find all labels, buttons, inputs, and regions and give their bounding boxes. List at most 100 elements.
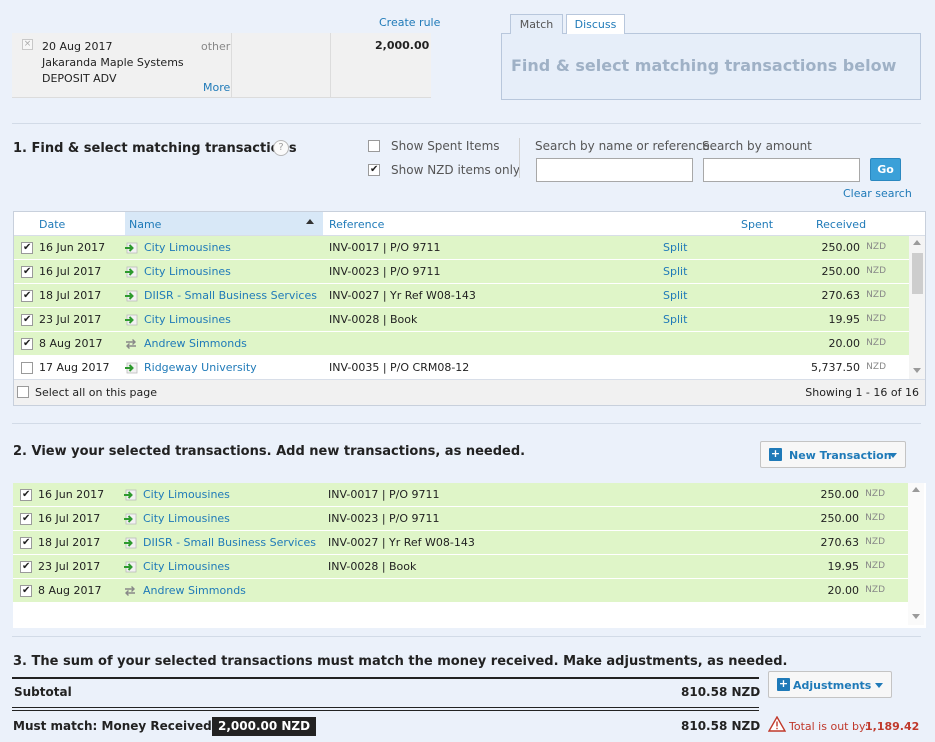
row-name-link[interactable]: Andrew Simmonds <box>144 337 247 350</box>
header-received[interactable]: Received <box>816 218 866 231</box>
table-footer: Select all on this page Showing 1 - 16 o… <box>14 379 925 405</box>
plus-icon: + <box>777 677 790 691</box>
row-reference: INV-0035 | P/O CRM08-12 <box>329 361 470 374</box>
row-reference: INV-0027 | Yr Ref W08-143 <box>329 289 476 302</box>
select-all-checkbox[interactable] <box>17 386 29 398</box>
row-checkbox[interactable] <box>21 242 33 254</box>
row-name-link[interactable]: City Limousines <box>143 560 230 573</box>
selected-transactions-table: 16 Jun 2017 City Limousines INV-0017 | P/O… <box>13 483 926 628</box>
row-name-link[interactable]: City Limousines <box>143 488 230 501</box>
scroll-down-icon[interactable] <box>913 368 921 373</box>
header-date[interactable]: Date <box>39 218 65 231</box>
tab-match[interactable]: Match <box>510 14 563 34</box>
table-row[interactable]: 18 Jul 2017 DIISR - Small Business Servic… <box>13 531 909 555</box>
split-link[interactable]: Split <box>663 265 687 278</box>
must-match-value: 810.58 NZD <box>681 719 761 733</box>
row-name-link[interactable]: DIISR - Small Business Services <box>144 289 317 302</box>
split-link[interactable]: Split <box>663 241 687 254</box>
row-checkbox[interactable] <box>21 290 33 302</box>
row-currency: NZD <box>866 290 886 300</box>
scroll-thumb[interactable] <box>912 253 923 294</box>
row-amount: 250.00 <box>821 265 861 278</box>
split-link[interactable]: Split <box>663 289 687 302</box>
arrow-right-icon <box>124 314 138 326</box>
row-checkbox[interactable] <box>21 266 33 278</box>
statement-payee: Jakaranda Maple Systems <box>42 56 184 69</box>
help-icon[interactable]: ? <box>273 140 289 156</box>
statement-amount: 2,000.00 <box>375 39 430 52</box>
row-date: 8 Aug 2017 <box>39 337 103 350</box>
row-name-link[interactable]: DIISR - Small Business Services <box>143 536 316 549</box>
show-spent-checkbox[interactable] <box>368 140 380 152</box>
tab-discuss[interactable]: Discuss <box>566 14 625 34</box>
arrow-right-icon <box>123 561 137 573</box>
transfer-icon <box>124 338 138 350</box>
scrollbar[interactable] <box>908 483 924 625</box>
clear-search-link[interactable]: Clear search <box>843 187 912 200</box>
row-checkbox[interactable] <box>21 338 33 350</box>
table-row[interactable]: 8 Aug 2017 Andrew Simmonds 20.00 NZD <box>14 332 910 356</box>
scroll-down-icon[interactable] <box>912 614 920 619</box>
search-amount-input[interactable] <box>703 158 860 182</box>
table-row[interactable]: 23 Jul 2017 City Limousines INV-0028 | Boo… <box>14 308 910 332</box>
section2-title: 2. View your selected transactions. Add … <box>13 444 526 459</box>
adjustments-button[interactable]: + Adjustments <box>768 671 892 698</box>
table-row[interactable]: 17 Aug 2017 Ridgeway University INV-0035 |… <box>14 356 910 380</box>
show-nzd-label: Show NZD items only <box>391 163 521 177</box>
row-name-link[interactable]: City Limousines <box>143 512 230 525</box>
row-amount: 5,737.50 <box>811 361 860 374</box>
row-checkbox[interactable] <box>21 362 33 374</box>
row-name-link[interactable]: Ridgeway University <box>144 361 257 374</box>
table-row[interactable]: 18 Jul 2017 DIISR - Small Business Servic… <box>14 284 910 308</box>
search-name-input[interactable] <box>536 158 693 182</box>
row-currency: NZD <box>866 266 886 276</box>
search-name-label: Search by name or reference <box>535 139 710 153</box>
row-checkbox[interactable] <box>20 561 32 573</box>
split-link[interactable]: Split <box>663 313 687 326</box>
row-name-link[interactable]: City Limousines <box>144 313 231 326</box>
scroll-up-icon[interactable] <box>912 487 920 492</box>
row-checkbox[interactable] <box>21 314 33 326</box>
matching-transactions-table: Date Name Reference Spent Received 16 Ju… <box>13 211 926 406</box>
new-transaction-label: New Transaction <box>789 449 892 462</box>
scrollbar[interactable] <box>909 236 925 379</box>
more-link[interactable]: More <box>203 81 230 94</box>
header-name[interactable]: Name <box>129 218 161 231</box>
row-reference: INV-0028 | Book <box>328 560 417 573</box>
row-name-link[interactable]: City Limousines <box>144 241 231 254</box>
table-row[interactable]: 8 Aug 2017 Andrew Simmonds 20.00 NZD <box>13 579 909 603</box>
row-name-link[interactable]: City Limousines <box>144 265 231 278</box>
header-spent[interactable]: Spent <box>741 218 773 231</box>
new-transaction-button[interactable]: + New Transaction <box>760 441 906 468</box>
statement-type: other <box>201 40 231 53</box>
arrow-right-icon <box>124 266 138 278</box>
divider <box>12 710 759 711</box>
close-icon[interactable]: × <box>22 39 33 50</box>
row-reference: INV-0027 | Yr Ref W08-143 <box>328 536 475 549</box>
row-currency: NZD <box>865 561 885 571</box>
row-amount: 250.00 <box>820 512 860 525</box>
row-checkbox[interactable] <box>20 585 32 597</box>
row-date: 16 Jul 2017 <box>38 512 101 525</box>
filter-divider <box>519 138 520 178</box>
row-name-link[interactable]: Andrew Simmonds <box>143 584 246 597</box>
table-row[interactable]: 16 Jul 2017 City Limousines INV-0023 | P/O… <box>14 260 910 284</box>
table-row[interactable]: 16 Jul 2017 City Limousines INV-0023 | P/O… <box>13 507 909 531</box>
row-checkbox[interactable] <box>20 537 32 549</box>
go-button[interactable]: Go <box>870 158 901 181</box>
header-reference[interactable]: Reference <box>329 218 384 231</box>
create-rule-link[interactable]: Create rule <box>379 16 440 29</box>
row-checkbox[interactable] <box>20 489 32 501</box>
row-checkbox[interactable] <box>20 513 32 525</box>
transfer-icon <box>123 585 137 597</box>
show-spent-label: Show Spent Items <box>391 139 500 153</box>
show-nzd-checkbox[interactable] <box>368 164 380 176</box>
scroll-up-icon[interactable] <box>913 240 921 245</box>
table-row[interactable]: 23 Jul 2017 City Limousines INV-0028 | Boo… <box>13 555 909 579</box>
row-currency: NZD <box>865 537 885 547</box>
warning-icon <box>768 716 786 732</box>
row-reference: INV-0017 | P/O 9711 <box>328 488 440 501</box>
divider <box>12 677 759 679</box>
table-row[interactable]: 16 Jun 2017 City Limousines INV-0017 | P/O… <box>13 483 909 507</box>
table-row[interactable]: 16 Jun 2017 City Limousines INV-0017 | P/O… <box>14 236 910 260</box>
